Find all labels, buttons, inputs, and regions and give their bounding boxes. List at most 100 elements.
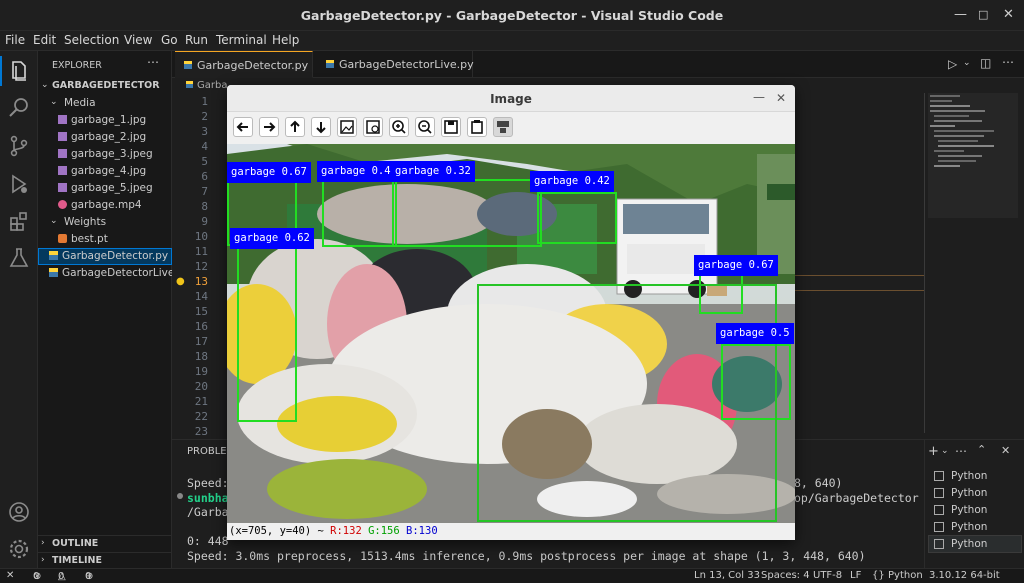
chevron-down-icon: ⌄ bbox=[50, 97, 58, 107]
copy-icon bbox=[471, 120, 483, 134]
timeline-section[interactable]: › TIMELINE bbox=[38, 552, 172, 569]
line-number: 21 bbox=[194, 395, 208, 408]
image-icon bbox=[340, 120, 354, 134]
reset-zoom-button[interactable] bbox=[337, 117, 357, 137]
tree-item-label: garbage_4.jpg bbox=[71, 165, 147, 177]
tree-item-media[interactable]: ⌄ Media bbox=[38, 95, 172, 112]
zoom-in-button[interactable] bbox=[389, 117, 409, 137]
python-file-icon bbox=[49, 268, 58, 277]
copy-button[interactable] bbox=[467, 117, 487, 137]
zoom-fit-button[interactable] bbox=[363, 117, 383, 137]
run-play-icon[interactable]: ▷ bbox=[948, 57, 957, 71]
terminal-item[interactable]: Python bbox=[929, 519, 1021, 535]
source-control-icon[interactable] bbox=[7, 134, 31, 158]
tree-item-garbage-1[interactable]: garbage_1.jpg bbox=[38, 112, 172, 129]
tab-garbagedetectorlive-py[interactable]: GarbageDetectorLive.py bbox=[313, 51, 474, 78]
split-editor-icon[interactable]: ◫ bbox=[980, 56, 991, 70]
menu-run[interactable]: Run bbox=[185, 33, 208, 47]
terminal-item-label: Python bbox=[951, 470, 988, 482]
detection-image[interactable]: garbage 0.67 garbage 0.4 garbage 0.32 ga… bbox=[227, 144, 795, 523]
tree-item-weights[interactable]: ⌄ Weights bbox=[38, 214, 172, 231]
line-number: 2 bbox=[201, 110, 208, 123]
settings-gear-icon[interactable] bbox=[7, 537, 31, 561]
chevron-down-icon[interactable]: ⌄ bbox=[941, 446, 949, 456]
save-button[interactable] bbox=[441, 117, 461, 137]
pan-down-button[interactable] bbox=[311, 117, 331, 137]
terminal-item-active[interactable]: Python bbox=[928, 535, 1022, 553]
tree-item-garbagedetector-py[interactable]: GarbageDetector.py bbox=[38, 248, 172, 265]
indentation[interactable]: Spaces: 4 bbox=[761, 570, 810, 581]
menu-file[interactable]: File bbox=[5, 33, 25, 47]
rss-file-icon bbox=[58, 234, 67, 243]
add-terminal-icon[interactable]: + bbox=[928, 444, 939, 459]
line-number: 14 bbox=[194, 290, 208, 303]
tree-item-garbage-2[interactable]: garbage_2.jpg bbox=[38, 129, 172, 146]
explorer-icon[interactable] bbox=[7, 59, 31, 83]
close-icon[interactable]: ✕ bbox=[776, 91, 786, 105]
terminal-item[interactable]: Python bbox=[929, 502, 1021, 518]
more-actions-icon[interactable]: ⋯ bbox=[1002, 55, 1014, 69]
remote-icon[interactable]: ✕ bbox=[6, 570, 14, 581]
more-actions-icon[interactable]: ⋯ bbox=[955, 444, 967, 458]
maximize-panel-icon[interactable]: ⌃ bbox=[977, 443, 986, 456]
lightbulb-icon[interactable]: ● bbox=[176, 276, 185, 287]
minimize-icon[interactable]: — bbox=[954, 7, 967, 23]
menu-view[interactable]: View bbox=[124, 33, 152, 47]
tree-item-garbage-mp4[interactable]: garbage.mp4 bbox=[38, 197, 172, 214]
terminal-item[interactable]: Python bbox=[929, 485, 1021, 501]
detection-box bbox=[237, 244, 297, 422]
terminal-line-right: 8, 640) bbox=[794, 476, 843, 490]
minimize-icon[interactable]: — bbox=[753, 90, 765, 104]
minimap[interactable] bbox=[924, 93, 1024, 433]
outline-section[interactable]: › OUTLINE bbox=[38, 535, 172, 552]
menu-terminal[interactable]: Terminal bbox=[216, 33, 267, 47]
image-status-bar: (x=705, y=40) ~ R:132 G:156 B:130 bbox=[227, 523, 795, 540]
close-icon[interactable]: ✕ bbox=[1003, 7, 1014, 23]
detection-label: garbage 0.67 bbox=[227, 162, 311, 183]
more-actions-icon[interactable]: ⋯ bbox=[147, 55, 159, 69]
detection-box bbox=[392, 179, 542, 247]
forward-arrow-icon bbox=[264, 122, 276, 132]
zoom-out-button[interactable] bbox=[415, 117, 435, 137]
python-interpreter[interactable]: 3.10.12 64-bit bbox=[929, 570, 1000, 581]
tree-item-best-pt[interactable]: best.pt bbox=[38, 231, 172, 248]
breadcrumb[interactable]: Garba bbox=[186, 80, 227, 91]
extensions-icon[interactable] bbox=[7, 209, 31, 233]
testing-flask-icon[interactable] bbox=[7, 246, 31, 270]
pan-right-button[interactable] bbox=[259, 117, 279, 137]
maximize-icon[interactable]: □ bbox=[978, 7, 988, 23]
tree-item-garbage-4[interactable]: garbage_4.jpg bbox=[38, 163, 172, 180]
terminal-line: Speed: bbox=[187, 476, 229, 490]
end-of-line[interactable]: LF bbox=[850, 570, 861, 581]
braces-icon[interactable]: {} bbox=[872, 570, 885, 581]
tab-label: GarbageDetector.py bbox=[197, 59, 309, 72]
tree-item-garbage-5[interactable]: garbage_5.jpeg bbox=[38, 180, 172, 197]
tree-root[interactable]: ⌄ GARBAGEDETECTOR bbox=[38, 78, 172, 95]
tree-item-garbagedetectorlive-py[interactable]: GarbageDetectorLive... bbox=[38, 265, 172, 282]
tree-item-label: Weights bbox=[64, 216, 107, 228]
language-mode[interactable]: Python bbox=[888, 570, 923, 581]
panel-tab-problems[interactable]: PROBLE bbox=[187, 446, 227, 457]
line-number: 7 bbox=[201, 185, 208, 198]
encoding[interactable]: UTF-8 bbox=[813, 570, 842, 581]
pan-left-button[interactable] bbox=[233, 117, 253, 137]
menu-selection[interactable]: Selection bbox=[64, 33, 119, 47]
terminal-item-label: Python bbox=[951, 521, 988, 533]
cursor-position[interactable]: Ln 13, Col 33 bbox=[694, 570, 760, 581]
run-debug-icon[interactable] bbox=[7, 172, 31, 196]
image-window-title: Image bbox=[490, 92, 532, 106]
tree-item-garbage-3[interactable]: garbage_3.jpeg bbox=[38, 146, 172, 163]
menu-help[interactable]: Help bbox=[272, 33, 299, 47]
pan-up-button[interactable] bbox=[285, 117, 305, 137]
terminal-item[interactable]: Python bbox=[929, 468, 1021, 484]
tab-garbagedetector-py[interactable]: GarbageDetector.py bbox=[175, 51, 313, 78]
chevron-down-icon[interactable]: ⌄ bbox=[963, 58, 971, 68]
menu-go[interactable]: Go bbox=[161, 33, 178, 47]
close-panel-icon[interactable]: ✕ bbox=[1001, 444, 1010, 457]
account-icon[interactable] bbox=[7, 500, 31, 524]
menu-edit[interactable]: Edit bbox=[33, 33, 56, 47]
tree-item-label: GarbageDetector.py bbox=[62, 250, 169, 262]
search-icon[interactable] bbox=[7, 96, 31, 120]
terminal-line: 0: 448 bbox=[187, 534, 229, 548]
properties-button[interactable] bbox=[493, 117, 513, 137]
